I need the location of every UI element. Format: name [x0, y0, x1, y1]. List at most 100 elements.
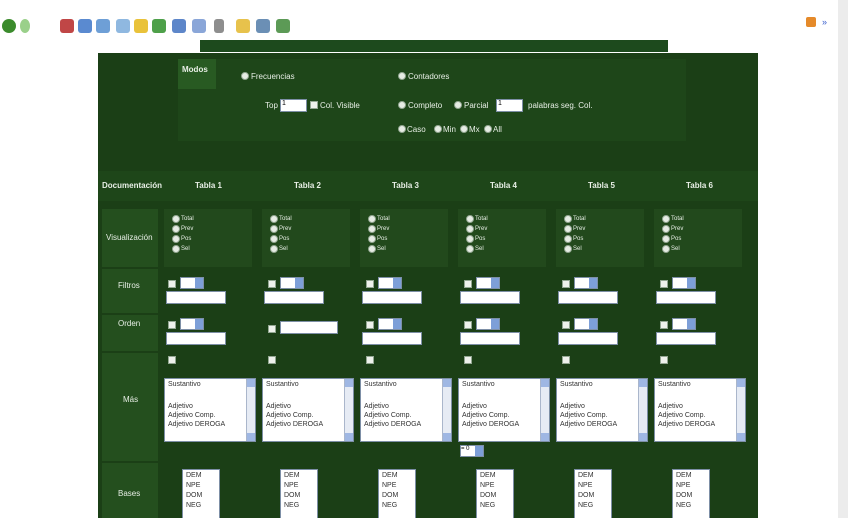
list-scrollbar[interactable] [246, 379, 255, 441]
list-item[interactable]: NEG [284, 502, 299, 509]
refresh-icon[interactable] [78, 19, 92, 33]
col3-order-input[interactable] [362, 332, 422, 345]
list-item[interactable]: Sustantivo [658, 381, 691, 388]
col3-filter-select[interactable] [378, 277, 402, 289]
partial-input[interactable]: 1 [496, 99, 523, 112]
list-item[interactable]: Adjetivo [658, 403, 683, 410]
list-item[interactable]: DOM [676, 492, 692, 499]
col1-filter-checkbox[interactable] [168, 280, 176, 288]
discuss-icon[interactable] [276, 19, 290, 33]
list-item[interactable]: NEG [676, 502, 691, 509]
col5-order-select[interactable] [574, 318, 598, 330]
list-item[interactable]: Sustantivo [462, 381, 495, 388]
top-n-input[interactable]: 1 [280, 99, 307, 112]
list-item[interactable]: Adjetivo [168, 403, 193, 410]
case-radio-all[interactable] [484, 125, 492, 133]
col5-order-checkbox[interactable] [562, 321, 570, 329]
partial-radio[interactable] [454, 101, 462, 109]
col2-order-checkbox[interactable] [268, 325, 276, 333]
list-item[interactable]: NPE [480, 482, 494, 489]
mode-radio-frequencies[interactable] [241, 72, 249, 80]
col1-order-input[interactable] [166, 332, 226, 345]
folder-icon[interactable] [256, 19, 270, 33]
col2-opt-total[interactable] [270, 215, 278, 223]
col1-opt-sel[interactable] [172, 245, 180, 253]
col2-opt-prev[interactable] [270, 225, 278, 233]
col5-opt-sel[interactable] [564, 245, 572, 253]
list-item[interactable]: Sustantivo [560, 381, 593, 388]
list-scrollbar[interactable] [638, 379, 647, 441]
col3-opt-sel[interactable] [368, 245, 376, 253]
col6-filter-select[interactable] [672, 277, 696, 289]
col2-list-checkbox[interactable] [268, 356, 276, 364]
col1-order-select[interactable] [180, 318, 204, 330]
col4-order-checkbox[interactable] [464, 321, 472, 329]
chevron-up-icon[interactable] [247, 379, 255, 387]
list-item[interactable]: NPE [186, 482, 200, 489]
col4-list-checkbox[interactable] [464, 356, 472, 364]
back-icon[interactable] [2, 19, 16, 33]
list-scrollbar[interactable] [540, 379, 549, 441]
list-scrollbar[interactable] [736, 379, 745, 441]
chevron-down-icon[interactable] [443, 433, 451, 441]
chevron-down-icon[interactable] [737, 433, 745, 441]
list-item[interactable]: NEG [578, 502, 593, 509]
search-icon[interactable] [116, 19, 130, 33]
list-item[interactable]: Adjetivo [266, 403, 291, 410]
forward-icon[interactable] [20, 19, 30, 33]
list-item[interactable]: NPE [284, 482, 298, 489]
col2-filter-checkbox[interactable] [268, 280, 276, 288]
list-item[interactable]: DOM [186, 492, 202, 499]
list-item[interactable]: Adjetivo Comp. [266, 412, 313, 419]
stop-icon[interactable] [60, 19, 74, 33]
mode-radio-counters[interactable] [398, 72, 406, 80]
col5-list-checkbox[interactable] [562, 356, 570, 364]
col6-order-checkbox[interactable] [660, 321, 668, 329]
col1-list-checkbox[interactable] [168, 356, 176, 364]
col4-opt-sel[interactable] [466, 245, 474, 253]
list-item[interactable]: DEM [676, 472, 692, 479]
list-item[interactable]: Adjetivo Comp. [560, 412, 607, 419]
list-item[interactable]: Adjetivo [560, 403, 585, 410]
col3-listbox[interactable]: Sustantivo Adjetivo Adjetivo Comp. Adjet… [360, 378, 452, 442]
home-icon[interactable] [96, 19, 110, 33]
list-item[interactable]: DOM [284, 492, 300, 499]
col1-opt-total[interactable] [172, 215, 180, 223]
col6-order-input[interactable] [656, 332, 716, 345]
list-item[interactable]: DEM [284, 472, 300, 479]
list-item[interactable]: NPE [382, 482, 396, 489]
list-item[interactable]: DOM [578, 492, 594, 499]
col3-order-select[interactable] [378, 318, 402, 330]
col3-filter-checkbox[interactable] [366, 280, 374, 288]
col2-opt-pos[interactable] [270, 235, 278, 243]
col5-listbox[interactable]: Sustantivo Adjetivo Adjetivo Comp. Adjet… [556, 378, 648, 442]
col5-opt-prev[interactable] [564, 225, 572, 233]
favorites-icon[interactable] [134, 19, 148, 33]
list-item[interactable]: Sustantivo [168, 381, 201, 388]
chevron-up-icon[interactable] [737, 379, 745, 387]
col4-opt-prev[interactable] [466, 225, 474, 233]
col1-fields-box[interactable]: DEM NPE DOM NEG [182, 469, 220, 518]
list-item[interactable]: DEM [382, 472, 398, 479]
col2-filter-input[interactable] [264, 291, 324, 304]
list-item[interactable]: Adjetivo DEROGA [658, 421, 715, 428]
list-item[interactable]: NPE [676, 482, 690, 489]
list-item[interactable]: NEG [480, 502, 495, 509]
col6-opt-total[interactable] [662, 215, 670, 223]
col4-opt-total[interactable] [466, 215, 474, 223]
col4-listbox[interactable]: Sustantivo Adjetivo Adjetivo Comp. Adjet… [458, 378, 550, 442]
col6-filter-checkbox[interactable] [660, 280, 668, 288]
col4-opt-pos[interactable] [466, 235, 474, 243]
list-item[interactable]: Adjetivo DEROGA [462, 421, 519, 428]
col1-opt-pos[interactable] [172, 235, 180, 243]
col4-filter-select[interactable] [476, 277, 500, 289]
list-item[interactable]: DEM [186, 472, 202, 479]
col3-opt-pos[interactable] [368, 235, 376, 243]
list-item[interactable]: Adjetivo Comp. [658, 412, 705, 419]
col2-opt-sel[interactable] [270, 245, 278, 253]
list-item[interactable]: Adjetivo [462, 403, 487, 410]
chevron-up-icon[interactable] [639, 379, 647, 387]
list-item[interactable]: NEG [186, 502, 201, 509]
col2-filter-select[interactable] [280, 277, 304, 289]
col5-filter-select[interactable] [574, 277, 598, 289]
